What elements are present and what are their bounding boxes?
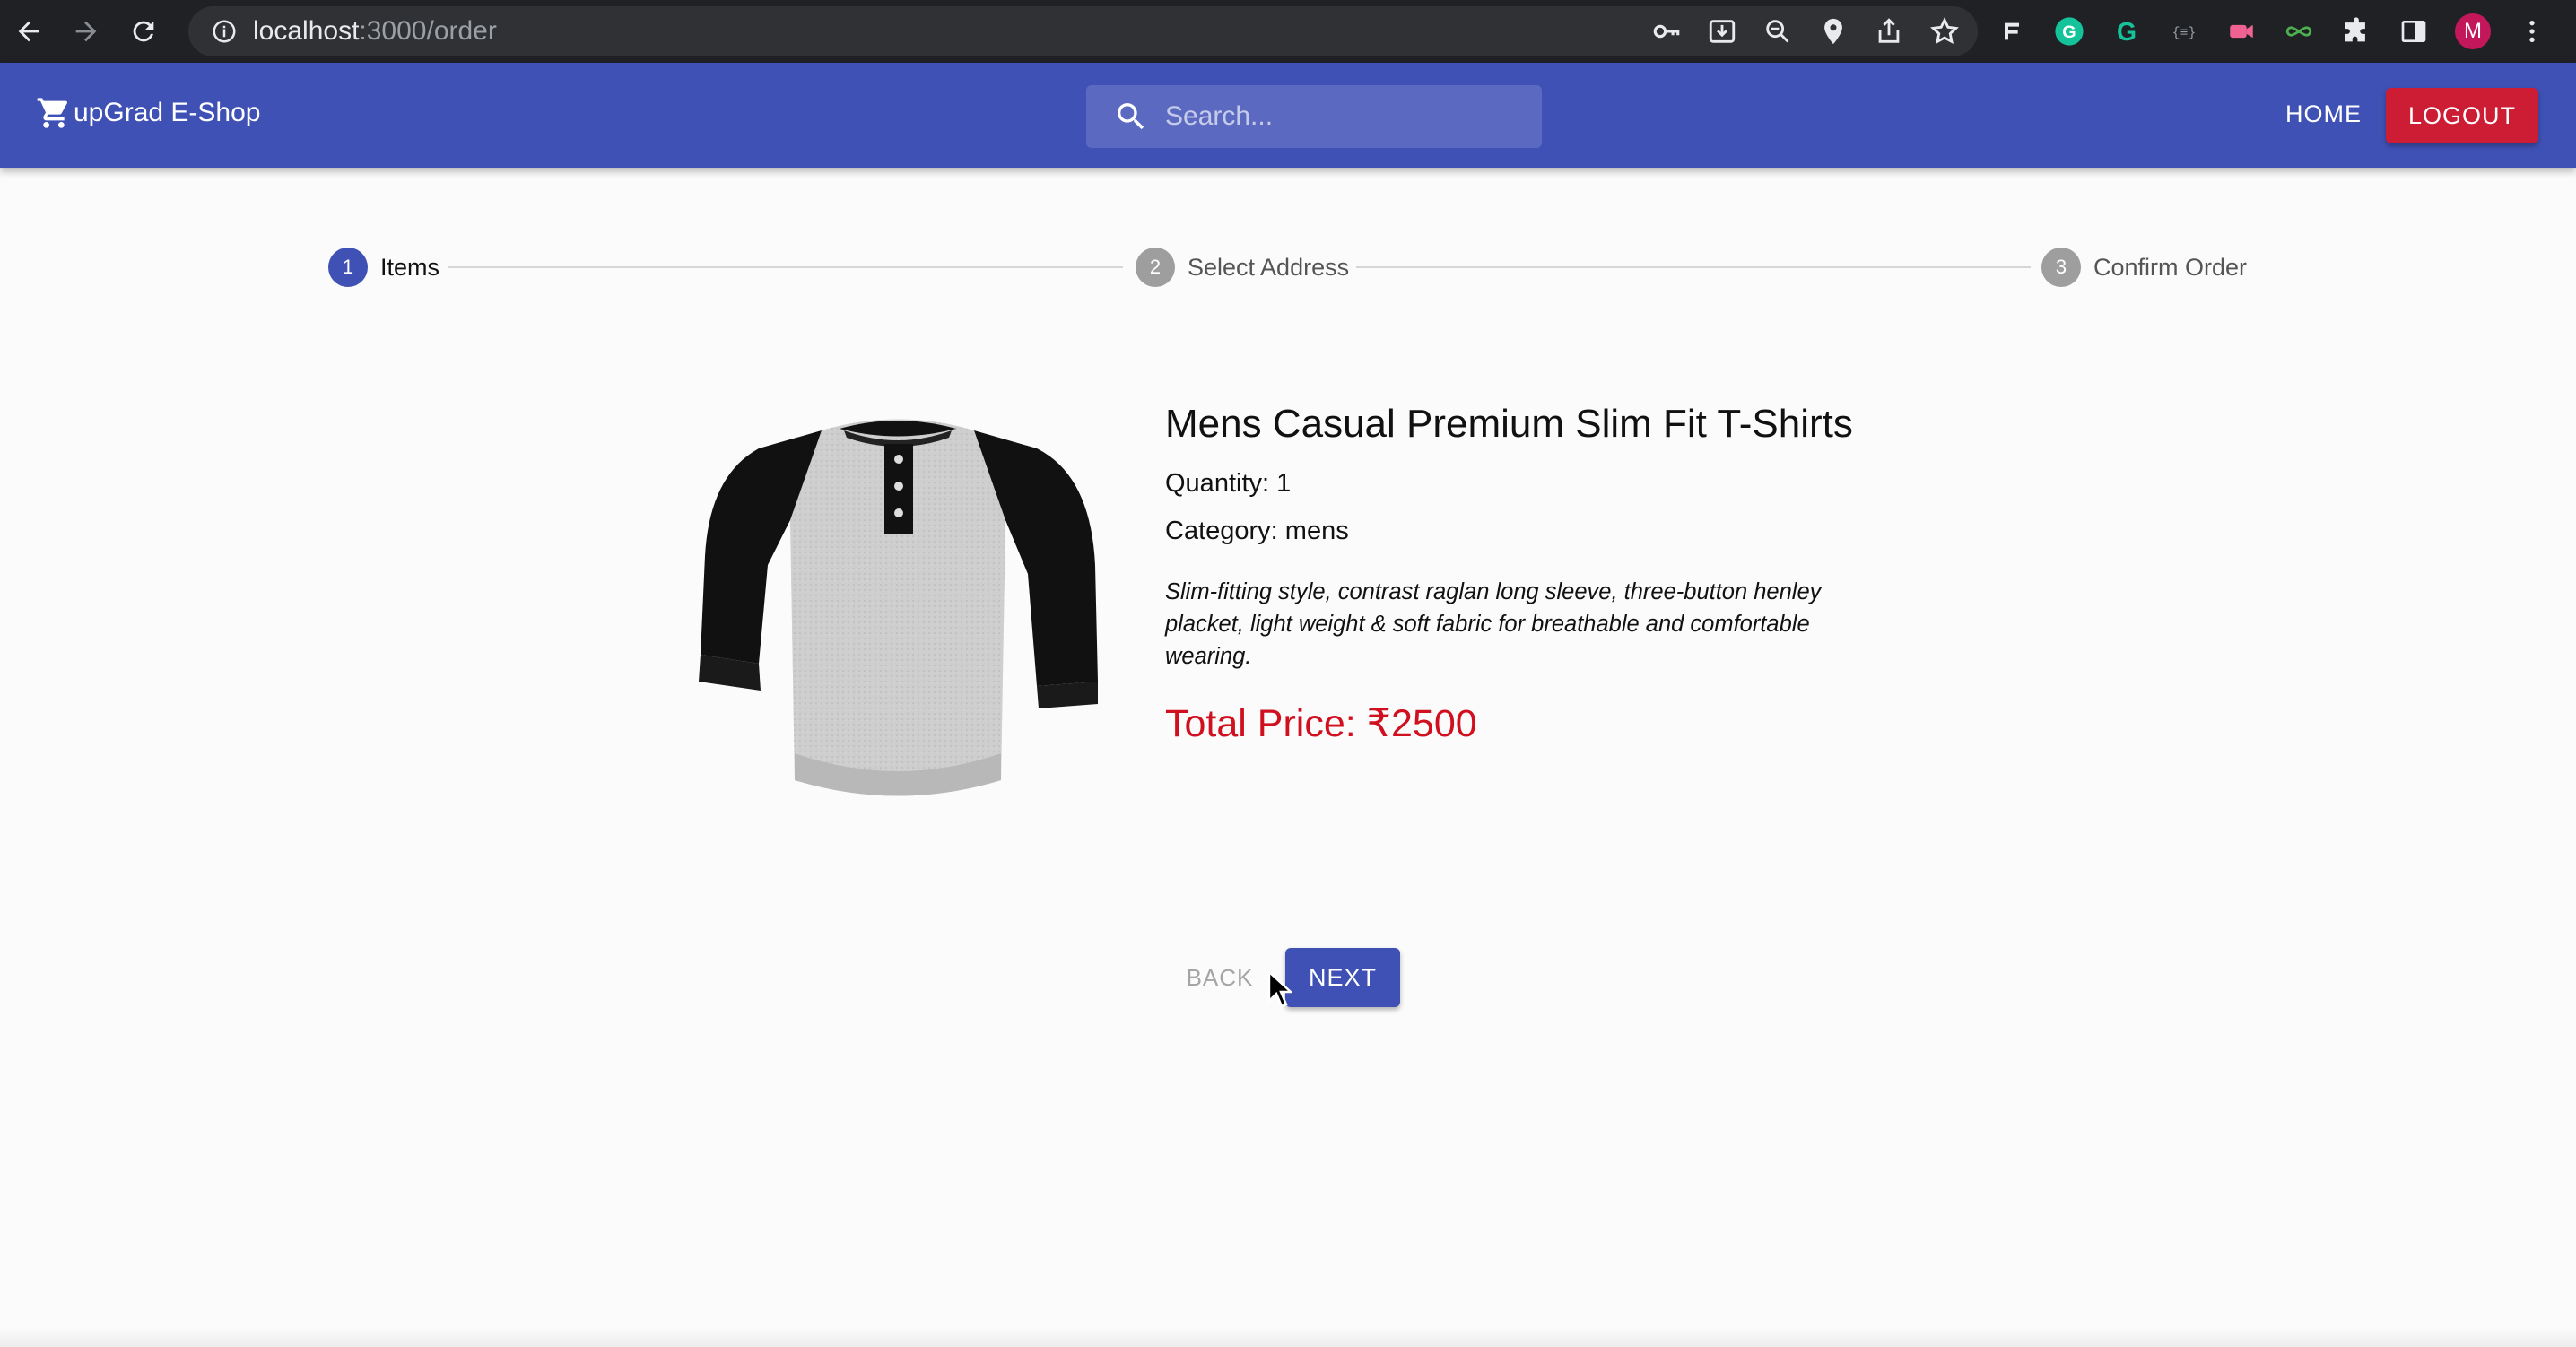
next-button[interactable]: NEXT [1285, 948, 1400, 1007]
infinity-extension-icon[interactable] [2283, 15, 2315, 48]
brand-name: upGrad E-Shop [74, 98, 261, 127]
step-connector [448, 266, 1123, 268]
product-image [699, 419, 1098, 796]
search-box [1086, 85, 1542, 148]
home-link[interactable]: HOME [2285, 94, 2362, 134]
total-price: Total Price: ₹2500 [1165, 702, 1477, 745]
address-bar[interactable]: localhost:3000/order [188, 6, 1978, 56]
url-host: localhost [253, 16, 360, 46]
key-icon[interactable] [1651, 16, 1682, 47]
url-text: localhost:3000/order [253, 16, 497, 47]
reload-icon[interactable] [115, 0, 172, 63]
step-2-label: Select Address [1188, 254, 1350, 281]
back-button[interactable]: BACK [1175, 951, 1265, 1004]
step-connector [1356, 266, 2031, 268]
side-panel-icon[interactable] [2398, 15, 2430, 48]
product-title: Mens Casual Premium Slim Fit T-Shirts [1165, 402, 1853, 446]
product-quantity: Quantity: 1 [1165, 469, 1292, 498]
svg-text:G: G [2062, 22, 2076, 42]
app-header: upGrad E-Shop HOME LOGOUT [0, 63, 2576, 168]
code-extension-icon[interactable]: {≡} [2168, 15, 2200, 48]
extension-s-icon[interactable] [1996, 15, 2028, 48]
step-3-indicator: 3 [2041, 248, 2081, 287]
forward-arrow-icon[interactable] [57, 0, 115, 63]
grammarly-icon[interactable]: G [2053, 15, 2085, 48]
svg-text:{≡}: {≡} [2172, 26, 2196, 40]
install-icon[interactable] [1707, 16, 1737, 47]
browser-toolbar: localhost:3000/order G G {≡} M [0, 0, 2576, 63]
step-1-indicator: 1 [328, 248, 368, 287]
product-description: Slim-fitting style, contrast raglan long… [1165, 579, 1822, 669]
product-category: Category: mens [1165, 517, 1349, 545]
zoom-icon[interactable] [1762, 16, 1793, 47]
mouse-cursor-icon [1267, 970, 1292, 1008]
video-extension-icon[interactable] [2225, 15, 2258, 48]
shopping-cart-icon [37, 98, 68, 128]
share-icon[interactable] [1874, 16, 1904, 47]
site-info-icon[interactable] [205, 6, 244, 56]
url-path: :3000/order [359, 16, 497, 46]
back-arrow-icon[interactable] [0, 0, 57, 63]
grammarly-alt-icon[interactable]: G [2110, 15, 2143, 48]
browser-menu-icon[interactable] [2516, 15, 2548, 48]
search-icon [1118, 103, 1144, 130]
logout-button[interactable]: LOGOUT [2386, 88, 2538, 143]
bookmark-star-icon[interactable] [1929, 16, 1960, 47]
bottom-edge-shadow [0, 1327, 2576, 1347]
step-2-indicator: 2 [1136, 248, 1175, 287]
profile-avatar[interactable]: M [2455, 13, 2491, 49]
brand[interactable]: upGrad E-Shop [36, 95, 260, 131]
extensions-puzzle-icon[interactable] [2340, 15, 2372, 48]
step-3-label: Confirm Order [2093, 254, 2248, 281]
step-1-label: Items [380, 254, 440, 281]
location-icon[interactable] [1818, 16, 1849, 47]
svg-text:G: G [2117, 18, 2137, 47]
search-input[interactable] [1163, 100, 1508, 133]
